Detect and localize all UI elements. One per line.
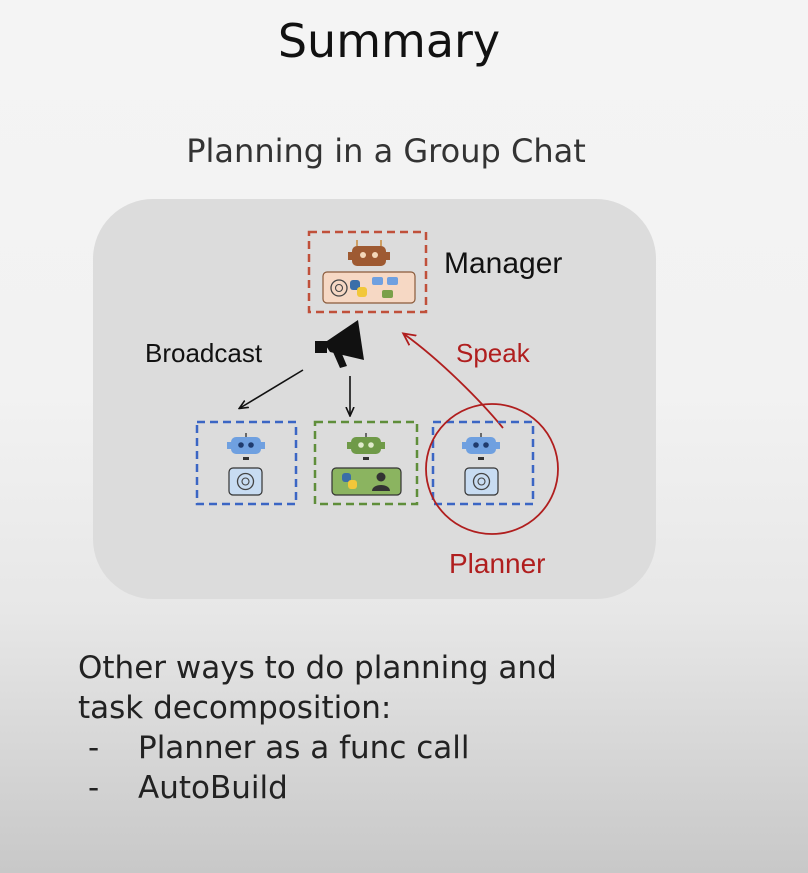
agent-box-assistant-1: [195, 420, 298, 506]
agent-box-user-proxy: [313, 420, 419, 506]
list-item-text: AutoBuild: [138, 770, 288, 806]
notes-heading-line-1: Other ways to do planning and: [78, 650, 557, 686]
speak-label: Speak: [456, 338, 531, 368]
notes-heading-line-2: task decomposition:: [78, 690, 392, 726]
list-bullet: -: [88, 770, 100, 806]
list-item: - Planner as a func call: [78, 728, 778, 768]
list-item: - AutoBuild: [78, 768, 778, 808]
assistant-robot-icon: [227, 433, 265, 460]
list-bullet: -: [88, 730, 100, 766]
broadcast-arrow-left: [240, 369, 304, 408]
user-proxy-robot-icon: [347, 433, 385, 460]
agent-box-planner: [431, 420, 535, 506]
notes-section: Other ways to do planning and task decom…: [78, 648, 778, 808]
list-item-text: Planner as a func call: [138, 730, 470, 766]
manager-robot-icon: [348, 240, 390, 266]
planner-label: Planner: [449, 548, 546, 579]
planner-robot-icon: [462, 433, 500, 460]
broadcast-label: Broadcast: [145, 338, 263, 368]
manager-label: Manager: [444, 247, 562, 280]
manager-agent-box: [307, 230, 428, 314]
megaphone-icon: [315, 320, 364, 368]
